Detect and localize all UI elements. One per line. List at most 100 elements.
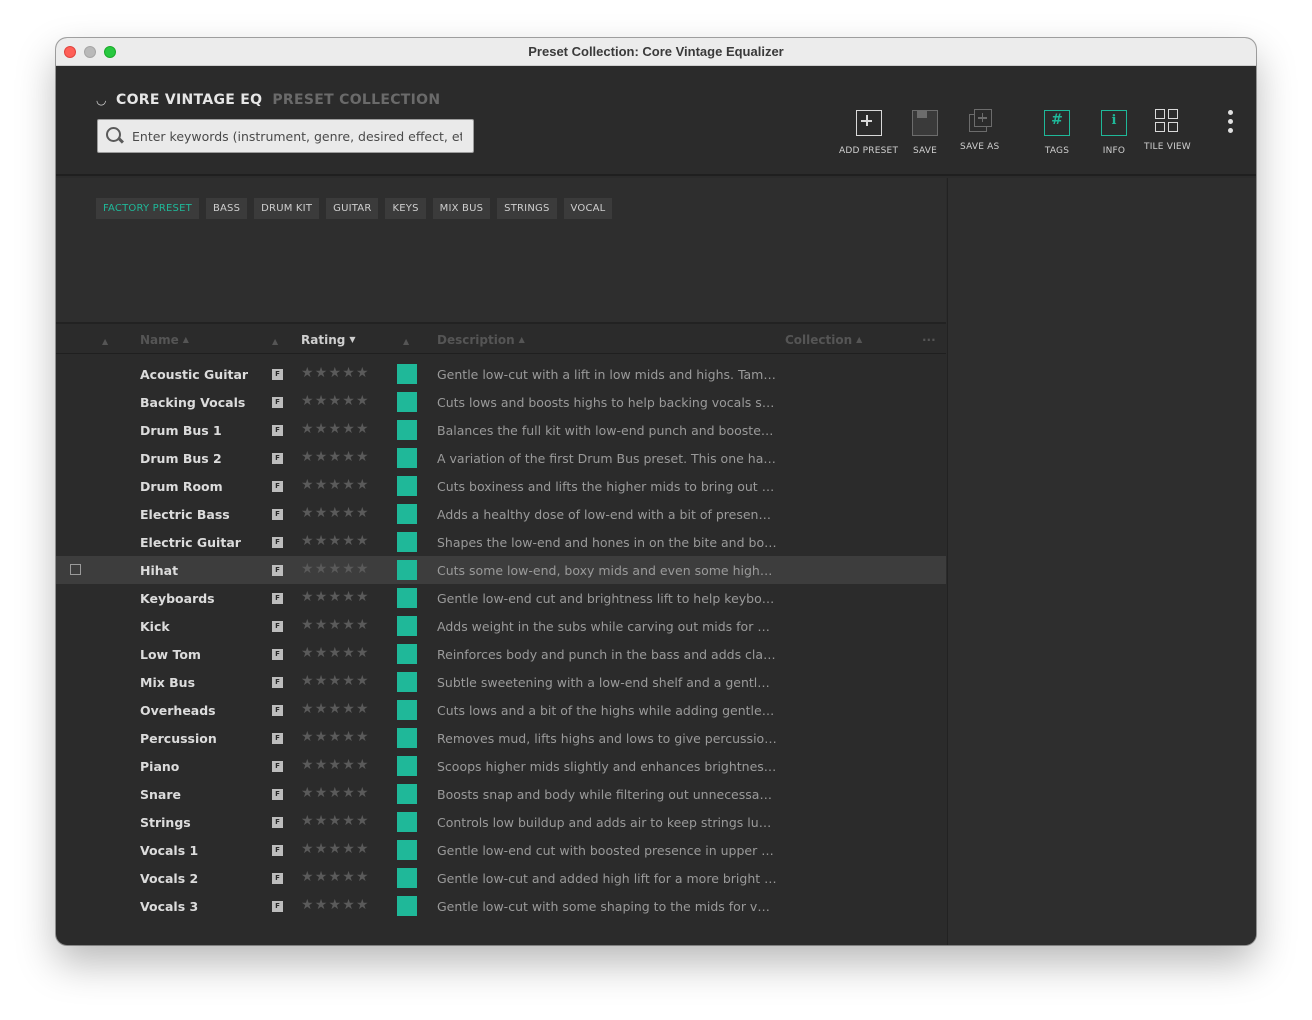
select-column-sort-icon[interactable]: ▲ — [102, 337, 108, 346]
table-row[interactable]: Vocals 3 F ★★★★★ Gentle low-cut with some s… — [56, 892, 946, 920]
table-row[interactable]: Drum Bus 2 F ★★★★★ A variation of the first… — [56, 444, 946, 472]
star-rating[interactable]: ★★★★★ — [301, 813, 370, 829]
star-rating[interactable]: ★★★★★ — [301, 841, 370, 857]
search-field[interactable] — [97, 119, 474, 153]
table-row[interactable]: Hihat F ★★★★★ Cuts some low-end, boxy mids … — [56, 556, 946, 584]
color-column-sort-icon[interactable]: ▲ — [403, 337, 409, 346]
table-row[interactable]: Percussion F ★★★★★ Removes mud, lifts highs… — [56, 724, 946, 752]
preset-name: Backing Vocals — [140, 395, 246, 410]
star-rating[interactable]: ★★★★★ — [301, 617, 370, 633]
star-rating[interactable]: ★★★★★ — [301, 449, 370, 465]
color-swatch — [397, 616, 417, 636]
table-row[interactable]: Drum Room F ★★★★★ Cuts boxiness and lifts t… — [56, 472, 946, 500]
star-rating[interactable]: ★★★★★ — [301, 757, 370, 773]
star-rating[interactable]: ★★★★★ — [301, 365, 370, 381]
color-swatch — [397, 784, 417, 804]
star-rating[interactable]: ★★★★★ — [301, 589, 370, 605]
table-row[interactable]: Overheads F ★★★★★ Cuts lows and a bit of th… — [56, 696, 946, 724]
preset-description: Scoops higher mids slightly and enhances… — [437, 759, 777, 774]
preset-description: Shapes the low-end and hones in on the b… — [437, 535, 777, 550]
tag-chip[interactable]: BASS — [205, 198, 248, 219]
name-column-label: Name — [140, 333, 179, 347]
more-menu-icon[interactable] — [1228, 110, 1234, 136]
tile-view-button[interactable]: TILE VIEW — [1144, 108, 1191, 152]
column-options-icon[interactable]: ··· — [922, 333, 936, 347]
table-row[interactable]: Electric Guitar F ★★★★★ Shapes the low-end … — [56, 528, 946, 556]
add-preset-button[interactable]: ADD PRESET — [839, 108, 898, 156]
table-row[interactable]: Vocals 1 F ★★★★★ Gentle low-end cut with bo… — [56, 836, 946, 864]
name-column-header[interactable]: Name ▲ — [140, 333, 189, 347]
preset-list: Acoustic Guitar F ★★★★★ Gentle low-cut with… — [56, 360, 946, 920]
preset-name: Drum Bus 1 — [140, 423, 222, 438]
table-row[interactable]: Piano F ★★★★★ Scoops higher mids slightly a… — [56, 752, 946, 780]
row-checkbox[interactable] — [70, 564, 81, 575]
description-column-header[interactable]: Description ▲ — [437, 333, 525, 347]
sort-down-icon: ▼ — [349, 335, 356, 344]
rating-column-label: Rating — [301, 333, 346, 347]
color-swatch — [397, 392, 417, 412]
brand-logo-icon: ◡ — [96, 93, 107, 107]
preset-description: Gentle low-cut with some shaping to the … — [437, 899, 777, 914]
brand-name: CORE VINTAGE EQ — [116, 92, 263, 108]
tag-chip[interactable]: STRINGS — [497, 198, 557, 219]
star-rating[interactable]: ★★★★★ — [301, 701, 370, 717]
title-bar: Preset Collection: Core Vintage Equalize… — [56, 38, 1256, 66]
star-rating[interactable]: ★★★★★ — [301, 897, 370, 913]
table-row[interactable]: Drum Bus 1 F ★★★★★ Balances the full kit wi… — [56, 416, 946, 444]
tag-chip[interactable]: GUITAR — [326, 198, 379, 219]
tag-chip[interactable]: VOCAL — [563, 198, 613, 219]
factory-badge-icon: F — [272, 761, 283, 772]
rating-column-header[interactable]: Rating ▼ — [301, 333, 355, 347]
star-rating[interactable]: ★★★★★ — [301, 785, 370, 801]
add-preset-icon — [855, 110, 882, 136]
color-swatch — [397, 588, 417, 608]
tags-button[interactable]: # TAGS — [1042, 108, 1072, 156]
brand-section: PRESET COLLECTION — [272, 92, 441, 108]
tag-chip[interactable]: FACTORY PRESET — [96, 198, 199, 219]
preset-description: Gentle low-cut with a lift in low mids a… — [437, 367, 777, 382]
factory-badge-icon: F — [272, 537, 283, 548]
color-swatch — [397, 756, 417, 776]
table-row[interactable]: Strings F ★★★★★ Controls low buildup and ad… — [56, 808, 946, 836]
factory-badge-icon: F — [272, 593, 283, 604]
table-row[interactable]: Kick F ★★★★★ Adds weight in the subs while … — [56, 612, 946, 640]
info-button[interactable]: i INFO — [1099, 108, 1129, 156]
star-rating[interactable]: ★★★★★ — [301, 869, 370, 885]
star-rating[interactable]: ★★★★★ — [301, 533, 370, 549]
tag-chip[interactable]: KEYS — [385, 198, 426, 219]
collection-column-header[interactable]: Collection ▲ — [785, 333, 862, 347]
save-as-icon — [967, 108, 993, 134]
factory-badge-icon: F — [272, 509, 283, 520]
star-rating[interactable]: ★★★★★ — [301, 393, 370, 409]
table-row[interactable]: Snare F ★★★★★ Boosts snap and body while fi… — [56, 780, 946, 808]
preset-name: Hihat — [140, 563, 179, 578]
star-rating[interactable]: ★★★★★ — [301, 477, 370, 493]
preset-description: Gentle low-end cut and brightness lift t… — [437, 591, 777, 606]
star-rating[interactable]: ★★★★★ — [301, 645, 370, 661]
preset-description: Cuts lows and a bit of the highs while a… — [437, 703, 777, 718]
table-row[interactable]: Mix Bus F ★★★★★ Subtle sweetening with a lo… — [56, 668, 946, 696]
table-row[interactable]: Electric Bass F ★★★★★ Adds a healthy dose o… — [56, 500, 946, 528]
badge-column-sort-icon[interactable]: ▲ — [272, 337, 278, 346]
table-row[interactable]: Vocals 2 F ★★★★★ Gentle low-cut and added h… — [56, 864, 946, 892]
color-swatch — [397, 700, 417, 720]
color-swatch — [397, 364, 417, 384]
factory-badge-icon: F — [272, 705, 283, 716]
star-rating[interactable]: ★★★★★ — [301, 561, 370, 577]
star-rating[interactable]: ★★★★★ — [301, 673, 370, 689]
save-button[interactable]: SAVE — [910, 108, 940, 156]
table-row[interactable]: Low Tom F ★★★★★ Reinforces body and punch i… — [56, 640, 946, 668]
star-rating[interactable]: ★★★★★ — [301, 729, 370, 745]
table-row[interactable]: Backing Vocals F ★★★★★ Cuts lows and boosts… — [56, 388, 946, 416]
table-row[interactable]: Acoustic Guitar F ★★★★★ Gentle low-cut with… — [56, 360, 946, 388]
factory-badge-icon: F — [272, 677, 283, 688]
preset-name: Percussion — [140, 731, 217, 746]
star-rating[interactable]: ★★★★★ — [301, 421, 370, 437]
star-rating[interactable]: ★★★★★ — [301, 505, 370, 521]
search-input[interactable] — [132, 128, 462, 144]
table-row[interactable]: Keyboards F ★★★★★ Gentle low-end cut and br… — [56, 584, 946, 612]
tag-chip[interactable]: DRUM KIT — [254, 198, 320, 219]
preset-name: Snare — [140, 787, 181, 802]
tag-chip[interactable]: MIX BUS — [432, 198, 491, 219]
save-as-button[interactable]: SAVE AS — [960, 108, 999, 152]
